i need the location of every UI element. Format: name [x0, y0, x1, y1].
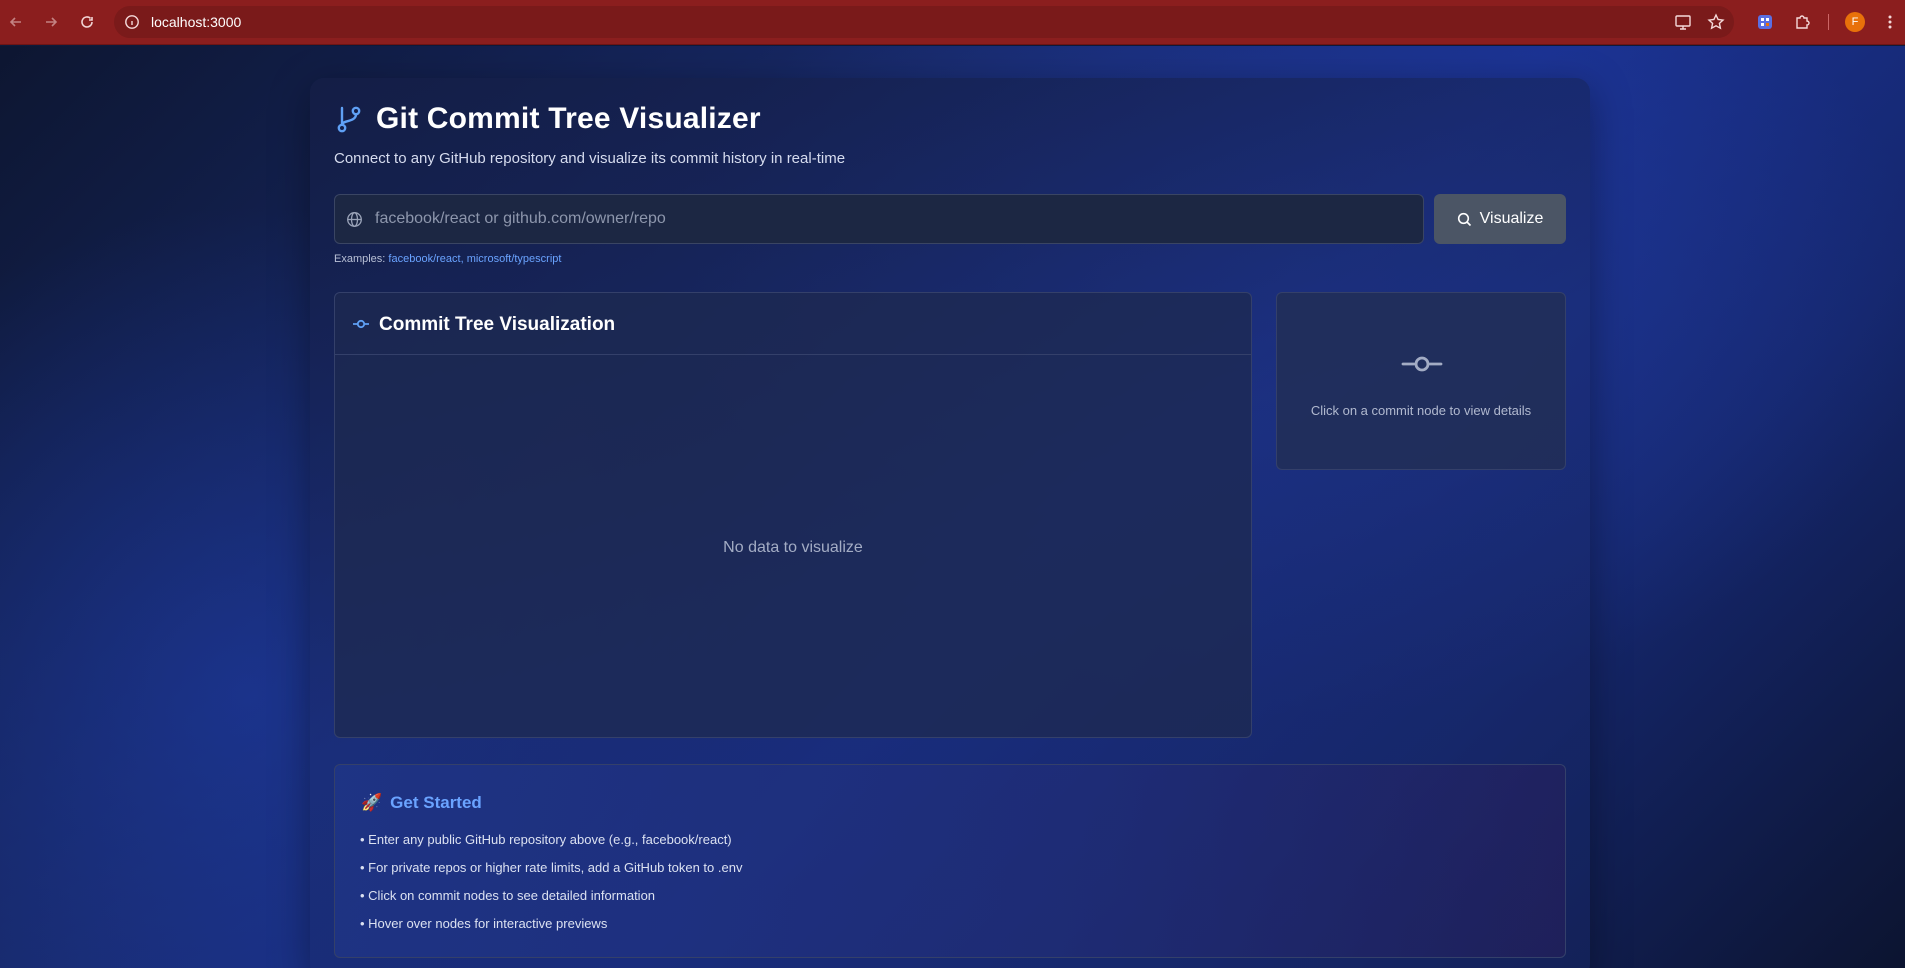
page-title: Git Commit Tree Visualizer: [376, 102, 761, 135]
examples-label: Examples:: [334, 253, 386, 265]
forward-arrow-icon[interactable]: [40, 11, 62, 33]
bookmark-star-icon[interactable]: [1705, 11, 1727, 33]
commit-tree-title: Commit Tree Visualization: [379, 314, 616, 335]
git-branch-icon: [334, 104, 364, 134]
repo-search-input[interactable]: [375, 195, 1415, 243]
reload-icon[interactable]: [76, 11, 98, 33]
examples-line: Examples: facebook/react, microsoft/type…: [334, 253, 561, 265]
address-url[interactable]: localhost:3000: [151, 14, 241, 30]
extension-app-icon[interactable]: [1754, 11, 1776, 33]
visualize-button[interactable]: Visualize: [1434, 194, 1566, 244]
list-item: • Enter any public GitHub repository abo…: [360, 832, 732, 847]
git-commit-icon: [1401, 355, 1443, 373]
get-started-header: 🚀 Get Started: [361, 793, 482, 813]
menu-kebab-icon[interactable]: [1879, 11, 1901, 33]
main-card: Git Commit Tree Visualizer Connect to an…: [310, 78, 1590, 968]
list-item: • Hover over nodes for interactive previ…: [360, 916, 608, 931]
back-arrow-icon[interactable]: [5, 11, 27, 33]
get-started-title: Get Started: [390, 793, 482, 812]
search-icon: [1457, 212, 1472, 227]
git-commit-icon: [352, 317, 370, 331]
commit-tree-header: Commit Tree Visualization: [335, 293, 1251, 355]
empty-state-message: No data to visualize: [723, 539, 863, 556]
extensions-puzzle-icon[interactable]: [1791, 11, 1813, 33]
cast-icon[interactable]: [1672, 11, 1694, 33]
example-link-react[interactable]: facebook/react,: [388, 253, 463, 265]
example-link-typescript[interactable]: microsoft/typescript: [467, 253, 562, 265]
list-item: • For private repos or higher rate limit…: [360, 860, 743, 875]
details-hint: Click on a commit node to view details: [1310, 403, 1532, 418]
rocket-icon: 🚀: [361, 793, 383, 812]
visualize-button-label: Visualize: [1479, 210, 1544, 227]
toolbar-divider: [1828, 14, 1829, 30]
globe-icon: [346, 211, 363, 228]
page-background: Git Commit Tree Visualizer Connect to an…: [0, 46, 1905, 968]
list-item: • Click on commit nodes to see detailed …: [360, 888, 656, 903]
page-subtitle: Connect to any GitHub repository and vis…: [334, 150, 846, 167]
commit-tree-panel: Commit Tree Visualization No data to vis…: [334, 292, 1252, 738]
get-started-list: • Enter any public GitHub repository abo…: [360, 831, 742, 943]
profile-avatar[interactable]: F: [1845, 12, 1865, 32]
commit-details-panel: Click on a commit node to view details: [1276, 292, 1566, 470]
site-info-icon[interactable]: [124, 14, 140, 30]
header: Git Commit Tree Visualizer: [334, 102, 761, 136]
browser-toolbar: localhost:3000 F: [0, 0, 1905, 45]
repo-search-field[interactable]: [334, 194, 1424, 244]
get-started-panel: 🚀 Get Started • Enter any public GitHub …: [334, 764, 1566, 958]
address-bar[interactable]: localhost:3000: [114, 6, 1734, 38]
